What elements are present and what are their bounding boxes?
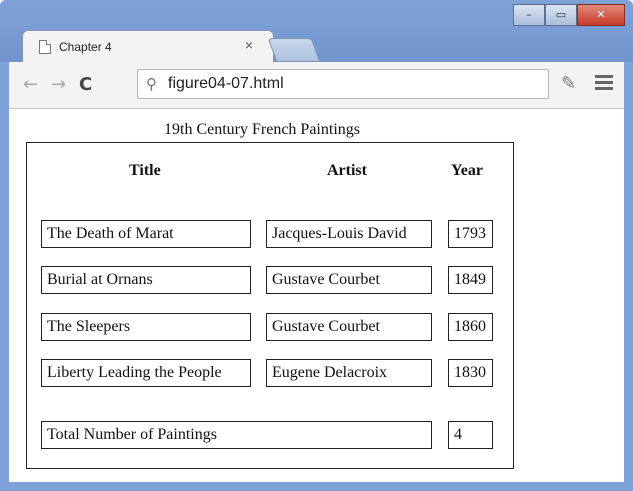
reload-icon[interactable]: C xyxy=(79,74,92,95)
tab-chapter-4[interactable]: Chapter 4 × xyxy=(22,30,274,63)
tab-title: Chapter 4 xyxy=(59,40,112,54)
page-viewport: 19th Century French Paintings Title Arti… xyxy=(9,109,624,482)
year-field[interactable]: 1830 xyxy=(448,359,493,387)
address-bar[interactable]: ⚲ figure04-07.html xyxy=(137,69,549,99)
page-icon xyxy=(39,40,51,54)
right-frame xyxy=(624,62,633,482)
title-field[interactable]: Liberty Leading the People xyxy=(41,359,251,387)
menu-icon[interactable] xyxy=(595,72,613,90)
window-controls: – ▭ ✕ xyxy=(513,4,625,26)
header-year: Year xyxy=(451,162,483,179)
maximize-button[interactable]: ▭ xyxy=(545,4,577,26)
left-frame xyxy=(0,62,9,482)
header-title: Title xyxy=(129,162,161,179)
total-value-field[interactable]: 4 xyxy=(448,421,493,449)
bottom-frame xyxy=(0,482,633,491)
new-tab-button[interactable] xyxy=(267,38,321,62)
total-label-field[interactable]: Total Number of Paintings xyxy=(41,421,432,449)
year-field[interactable]: 1793 xyxy=(448,220,493,248)
forward-arrow-icon[interactable]: → xyxy=(51,74,66,95)
year-field[interactable]: 1849 xyxy=(448,266,493,294)
paintings-form-table xyxy=(26,142,514,469)
title-field[interactable]: The Death of Marat xyxy=(41,220,251,248)
title-field[interactable]: The Sleepers xyxy=(41,313,251,341)
header-artist: Artist xyxy=(327,162,367,179)
back-arrow-icon[interactable]: ← xyxy=(23,74,38,95)
close-button[interactable]: ✕ xyxy=(577,4,625,26)
minimize-button[interactable]: – xyxy=(513,4,545,26)
year-field[interactable]: 1860 xyxy=(448,313,493,341)
browser-toolbar: ← → C ⚲ figure04-07.html ✎ xyxy=(9,62,624,109)
page-title: 19th Century French Paintings xyxy=(164,121,360,138)
artist-field[interactable]: Gustave Courbet xyxy=(266,313,432,341)
artist-field[interactable]: Jacques-Louis David xyxy=(266,220,432,248)
title-field[interactable]: Burial at Ornans xyxy=(41,266,251,294)
tab-close-icon[interactable]: × xyxy=(245,37,253,53)
dropper-icon[interactable]: ✎ xyxy=(561,73,576,94)
search-icon: ⚲ xyxy=(146,75,157,93)
url-text: figure04-07.html xyxy=(168,75,284,92)
artist-field[interactable]: Eugene Delacroix xyxy=(266,359,432,387)
artist-field[interactable]: Gustave Courbet xyxy=(266,266,432,294)
